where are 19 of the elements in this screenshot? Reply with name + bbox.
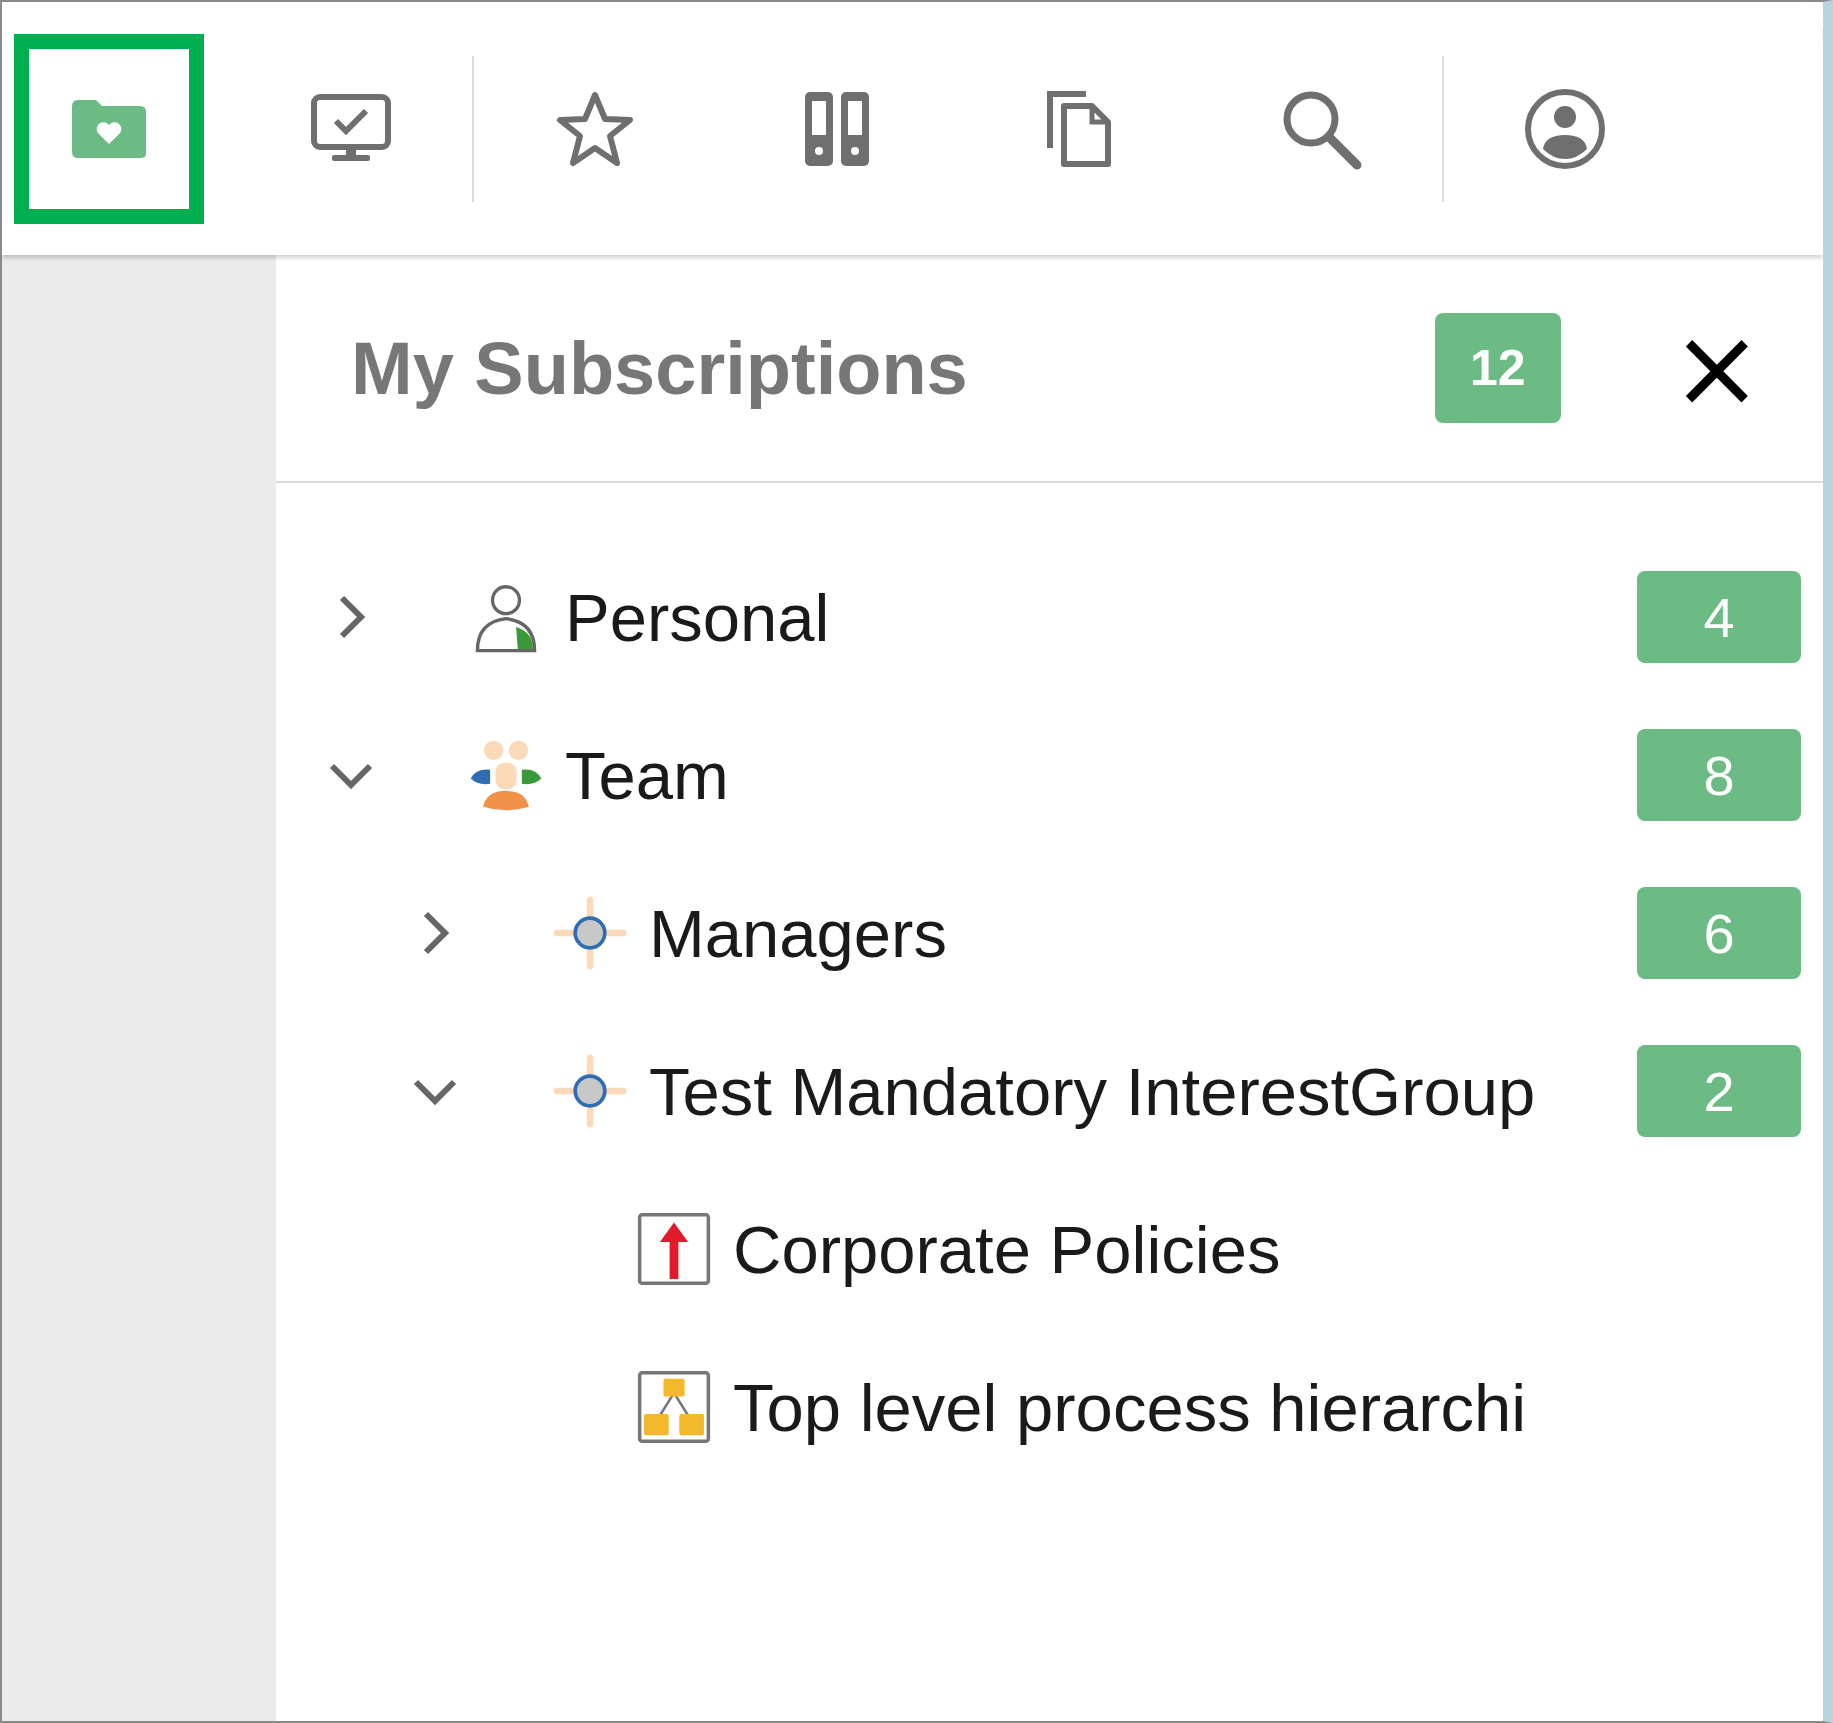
count-badge: 12 (1434, 313, 1561, 423)
count-badge: 4 (1637, 571, 1801, 663)
tree-item-label[interactable]: Test Mandatory InterestGroup (649, 1052, 1637, 1130)
team-icon (469, 738, 543, 812)
target-icon (553, 896, 627, 970)
count-badge: 8 (1637, 729, 1801, 821)
tree-item-label[interactable]: Personal (565, 578, 1637, 656)
close-button[interactable]: × (1660, 313, 1773, 423)
target-icon (553, 1054, 627, 1128)
tree-item-label[interactable]: Team (565, 736, 1637, 814)
count-badge: 6 (1637, 887, 1801, 979)
count-badge: 2 (1637, 1045, 1801, 1137)
panel-title: My Subscriptions (351, 325, 969, 411)
user-icon (1523, 86, 1607, 171)
toolbar-button[interactable] (14, 33, 204, 224)
hierarchy-icon (637, 1370, 711, 1444)
tree-item-label[interactable]: Managers (649, 894, 1637, 972)
tree-item-label[interactable]: Corporate Policies (733, 1210, 1801, 1288)
tree-item-label[interactable]: Top level process hierarchi (733, 1368, 1801, 1446)
